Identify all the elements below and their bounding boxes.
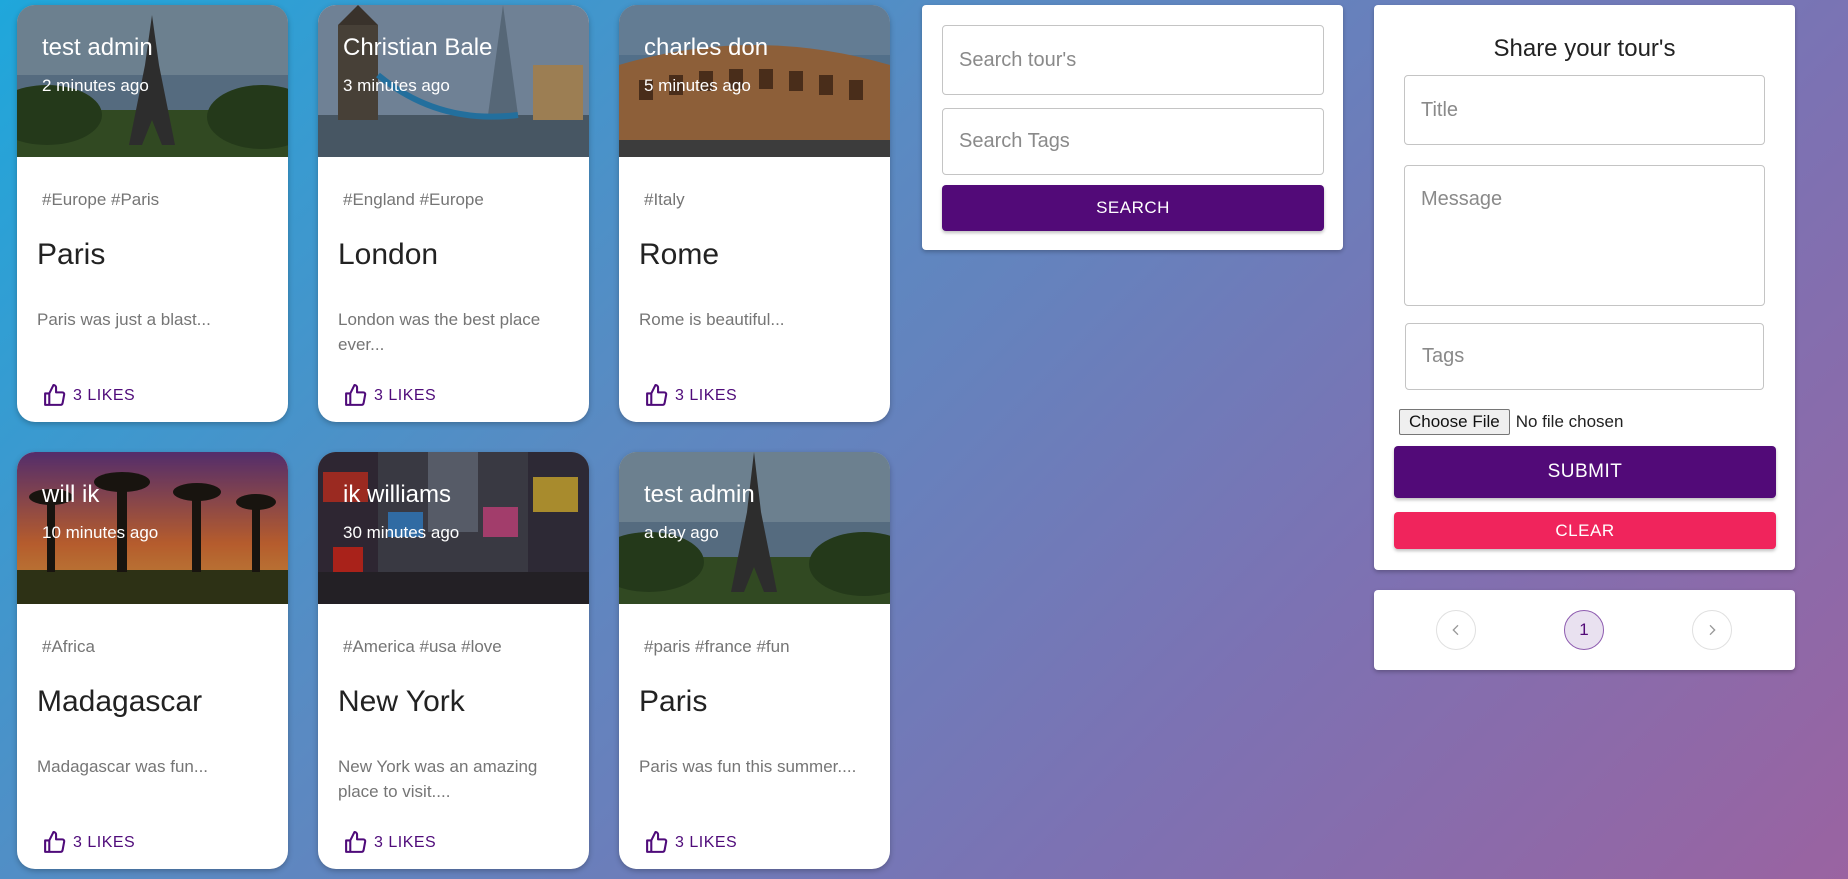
- post-message: Madagascar was fun...: [37, 757, 209, 776]
- title-input[interactable]: [1404, 75, 1765, 145]
- search-tours-input[interactable]: [942, 25, 1324, 95]
- post-time: 30 minutes ago: [343, 523, 460, 542]
- chevron-right-icon: [1709, 624, 1716, 636]
- post-card: test admin a day ago #paris #france #fun…: [619, 452, 890, 869]
- like-button[interactable]: 3 LIKES: [343, 830, 436, 855]
- post-time: 10 minutes ago: [42, 523, 159, 542]
- post-message: Paris was fun this summer....: [639, 757, 857, 776]
- post-title: Paris: [37, 238, 106, 271]
- post-tags: #paris #france #fun: [644, 637, 790, 656]
- like-button[interactable]: 3 LIKES: [42, 830, 135, 855]
- like-count: 3 LIKES: [73, 386, 136, 404]
- post-title: London: [338, 238, 439, 271]
- post-message: Paris was just a blast...: [37, 310, 211, 329]
- post-author: Christian Bale: [343, 34, 493, 61]
- thumb-up-icon: [345, 831, 367, 853]
- form-title: Share your tour's: [1493, 35, 1676, 62]
- search-button[interactable]: SEARCH: [942, 185, 1324, 231]
- chevron-left-icon: [1452, 624, 1459, 636]
- search-tags-input[interactable]: [942, 108, 1324, 175]
- post-tags: #Europe #Paris: [42, 190, 160, 209]
- post-message: London was the best place ever...: [338, 310, 541, 354]
- post-card: Christian Bale 3 minutes ago #England #E…: [318, 5, 589, 422]
- post-title: New York: [338, 685, 465, 718]
- post-message: New York was an amazing place to visit..…: [338, 757, 538, 801]
- like-button[interactable]: 3 LIKES: [644, 830, 737, 855]
- share-tour-form: Share your tour's Choose File No file ch…: [1374, 5, 1795, 570]
- eiffel-tower-image: test admin 2 minutes ago: [17, 5, 288, 157]
- thumb-up-icon: [646, 831, 668, 853]
- like-button[interactable]: 3 LIKES: [343, 383, 436, 408]
- like-count: 3 LIKES: [675, 833, 738, 851]
- post-time: 2 minutes ago: [42, 76, 149, 95]
- like-count: 3 LIKES: [374, 386, 437, 404]
- like-count: 3 LIKES: [374, 833, 437, 851]
- thumb-up-icon: [345, 384, 367, 406]
- post-tags: #England #Europe: [343, 190, 484, 209]
- baobab-sunset-image: will ik 10 minutes ago: [17, 452, 288, 604]
- thumb-up-icon: [44, 831, 66, 853]
- message-textarea[interactable]: [1404, 165, 1765, 306]
- submit-button[interactable]: SUBMIT: [1394, 446, 1776, 498]
- file-status: No file chosen: [1515, 412, 1624, 431]
- eiffel-tower-image: test admin a day ago: [619, 452, 890, 604]
- post-card: test admin 2 minutes ago #Europe #Paris …: [17, 5, 288, 422]
- thumb-up-icon: [646, 384, 668, 406]
- post-author: test admin: [644, 481, 755, 508]
- post-message: Rome is beautiful...: [639, 310, 785, 329]
- post-time: 5 minutes ago: [644, 76, 751, 95]
- like-count: 3 LIKES: [73, 833, 136, 851]
- next-page-button[interactable]: [1692, 610, 1732, 650]
- tags-input[interactable]: [1405, 323, 1764, 390]
- like-count: 3 LIKES: [675, 386, 738, 404]
- post-title: Paris: [639, 685, 708, 718]
- post-title: Madagascar: [37, 685, 203, 718]
- post-author: charles don: [644, 34, 769, 61]
- pagination: 1: [1374, 590, 1795, 670]
- post-card: will ik 10 minutes ago #Africa Madagasca…: [17, 452, 288, 869]
- search-panel: SEARCH: [922, 5, 1343, 250]
- times-square-image: ik williams 30 minutes ago: [318, 452, 589, 604]
- like-button[interactable]: 3 LIKES: [42, 383, 135, 408]
- like-button[interactable]: 3 LIKES: [644, 383, 737, 408]
- previous-page-button[interactable]: [1436, 610, 1476, 650]
- post-author: test admin: [42, 34, 153, 61]
- choose-file-button[interactable]: Choose File: [1399, 409, 1510, 435]
- post-tags: #Africa: [42, 637, 95, 656]
- clear-button[interactable]: CLEAR: [1394, 512, 1776, 549]
- post-card: ik williams 30 minutes ago #America #usa…: [318, 452, 589, 869]
- post-author: ik williams: [343, 481, 451, 508]
- page-number-button[interactable]: 1: [1564, 610, 1604, 650]
- post-time: a day ago: [644, 523, 719, 542]
- london-city-image: Christian Bale 3 minutes ago: [318, 5, 589, 157]
- post-author: will ik: [42, 481, 100, 508]
- post-tags: #America #usa #love: [343, 637, 502, 656]
- thumb-up-icon: [44, 384, 66, 406]
- post-card: charles don 5 minutes ago #Italy Rome Ro…: [619, 5, 890, 422]
- file-input: Choose File No file chosen: [1399, 409, 1623, 435]
- post-title: Rome: [639, 238, 720, 271]
- post-time: 3 minutes ago: [343, 76, 450, 95]
- post-tags: #Italy: [644, 190, 685, 209]
- colosseum-image: charles don 5 minutes ago: [619, 5, 890, 157]
